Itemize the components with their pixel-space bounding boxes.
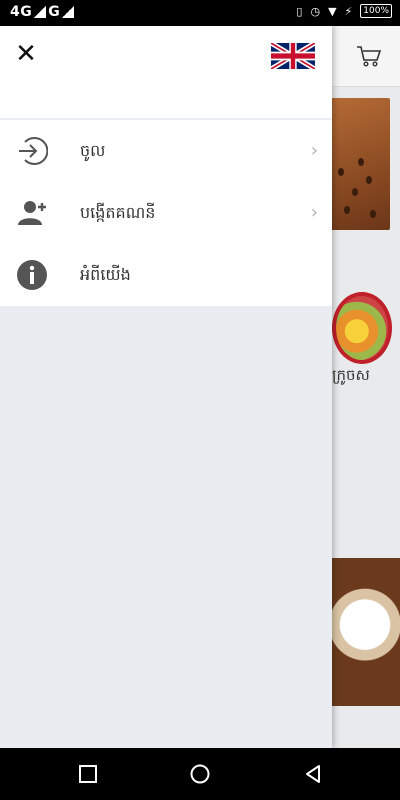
coffee-cup-image[interactable]	[330, 558, 400, 706]
coffee-beans-image[interactable]	[330, 98, 390, 230]
recent-apps-button[interactable]	[78, 764, 98, 784]
drawer-menu: ចូល › បង្កើតគណនី › អំពីយើង	[0, 120, 332, 306]
home-button[interactable]	[190, 764, 210, 784]
system-nav-bar	[0, 748, 400, 800]
navigation-drawer: ✕ ចូល › បង្កើតគណនី › អំពីយើង	[0, 26, 332, 748]
cart-icon[interactable]	[356, 44, 382, 68]
vibrate-icon: ▯	[296, 4, 303, 18]
menu-item-label: អំពីយើង	[80, 265, 131, 284]
alarm-icon: ◷	[310, 4, 321, 18]
signal-icon	[34, 6, 47, 18]
wifi-icon: ▼	[328, 4, 337, 18]
menu-item-label: ចូល	[80, 141, 106, 160]
juice-image	[332, 292, 392, 364]
menu-item-about[interactable]: អំពីយើង	[0, 244, 332, 306]
menu-item-register[interactable]: បង្កើតគណនី ›	[0, 182, 332, 244]
battery-indicator: 100%	[360, 4, 392, 18]
status-bar: 4G G ▯ ◷ ▼ ⚡ 100%	[0, 0, 400, 26]
chevron-right-icon: ›	[310, 140, 318, 161]
menu-item-login[interactable]: ចូល ›	[0, 120, 332, 182]
back-button[interactable]	[303, 764, 323, 784]
info-icon	[17, 260, 47, 290]
menu-item-label: បង្កើតគណនី	[80, 203, 156, 222]
network-label-2: G	[48, 4, 61, 20]
close-icon[interactable]: ✕	[14, 41, 38, 67]
add-user-icon	[18, 201, 46, 225]
juice-label: ក្រូចស	[332, 366, 370, 384]
network-label: 4G	[10, 4, 33, 20]
juice-category-card[interactable]: ក្រូចស	[330, 286, 400, 416]
uk-flag-icon[interactable]	[271, 43, 315, 69]
chevron-right-icon: ›	[310, 202, 318, 223]
signal-icon-2	[62, 6, 75, 18]
drawer-header: ✕	[0, 26, 332, 118]
login-arrow-icon	[19, 137, 48, 165]
charging-icon: ⚡	[344, 4, 353, 18]
